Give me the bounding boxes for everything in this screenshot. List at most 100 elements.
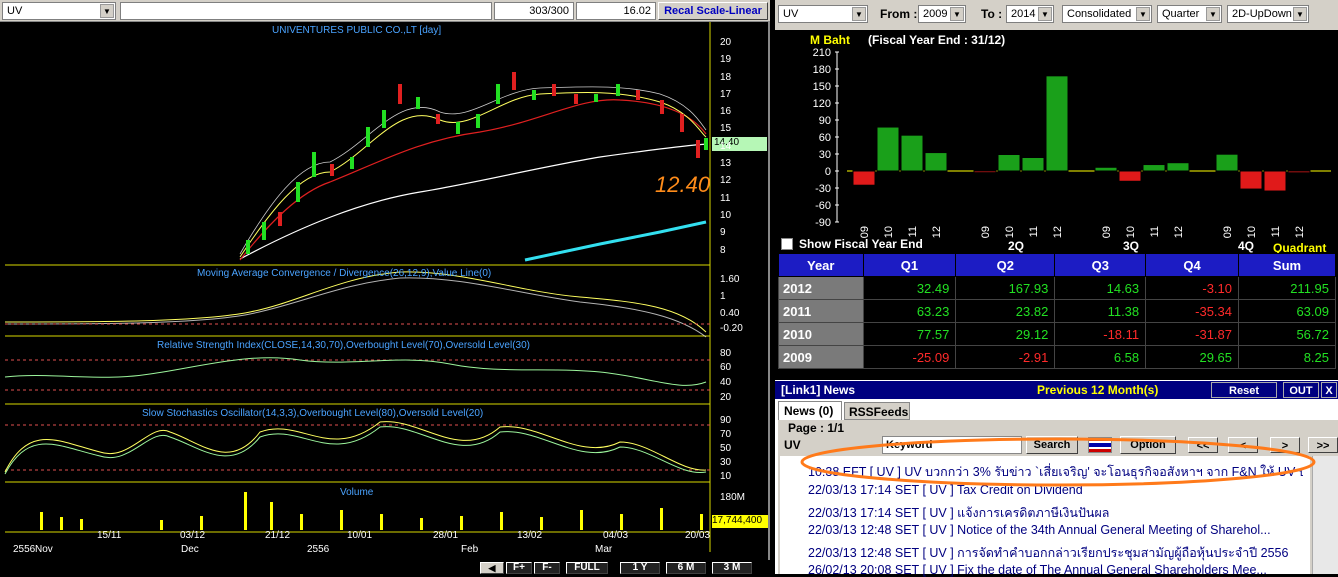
x-tick-label: 10 [1125,226,1137,238]
price-tick: 16 [720,106,732,118]
col-q2: Q2 [955,253,1056,277]
tab-rss[interactable]: RSSFeeds [844,402,910,420]
volume-label: Volume [340,487,374,498]
table-cell-q3: 11.38 [1054,299,1147,323]
price-tick: 9 [720,227,726,239]
chevron-down-icon[interactable]: ▼ [1293,7,1307,21]
table-cell-q4: -31.87 [1145,322,1240,346]
table-row: 2012 32.49 167.93 14.63 -3.10 211.95 [778,276,1336,300]
x-tick-label: 09 [1101,226,1113,238]
quarterly-bar-chart: 210 180 150 120 90 60 30 0 -30 -60 -90 09 10 11 12 09 10… [813,47,1331,238]
price-tick: 14 [720,140,732,152]
chevron-down-icon[interactable]: ▼ [1136,7,1150,21]
bar-Q1-11 [900,134,924,172]
stoch-tick: 10 [720,471,732,482]
price-tick: 15 [720,123,732,135]
chevron-down-icon[interactable]: ▼ [1038,7,1052,21]
close-button[interactable]: X [1321,382,1337,398]
3m-button[interactable]: 3 M [712,562,752,574]
1y-button[interactable]: 1 Y [620,562,660,574]
full-button[interactable]: FULL [566,562,608,574]
to-year-select[interactable]: 2014 ▼ [1006,5,1054,23]
from-label: From : [880,7,918,21]
financial-toolbar: UV ▼ From : 2009 ▼ To : 2014 ▼ Consolidated… [775,0,1338,30]
col-year: Year [778,253,864,277]
statement-type-select[interactable]: Consolidated ▼ [1062,5,1152,23]
table-cell-q4: -3.10 [1145,276,1240,300]
tab-news[interactable]: News (0) [778,401,842,420]
date-axis: 15/11 03/12 21/12 10/01 28/01 13/02 04/0… [5,530,710,544]
stoch-tick: 50 [720,443,732,454]
x-tick-label: 10 [1004,226,1016,238]
zoom-in-button[interactable]: F+ [506,562,532,574]
period-select[interactable]: Quarter ▼ [1157,5,1222,23]
news-item[interactable]: 22/03/13 12:48 SET [ UV ] Notice of the … [808,523,1303,537]
month-tick: Mar [595,544,613,555]
x-tick-label: 11 [1270,226,1282,237]
reset-button[interactable]: Reset [1211,382,1277,398]
month-tick: Nov [35,544,53,555]
date-axis-months: 2556 Nov Dec 2556 Feb Mar [5,544,710,558]
from-year-select[interactable]: 2009 ▼ [918,5,966,23]
y-tick-label: 150 [813,81,831,93]
to-year-value: 2014 [1011,8,1036,20]
x-tick-label: 11 [907,226,919,237]
symbol-select[interactable]: UV ▼ [2,2,116,20]
rsi-tick: 20 [720,392,732,403]
chevron-down-icon[interactable]: ▼ [1206,7,1220,21]
volume-tick: 180M [720,492,746,503]
x-tick-label: 12 [1052,226,1064,238]
date-tick: 28/01 [433,530,459,541]
y-tick-label: 210 [813,47,831,59]
chart-type-select[interactable]: 2D-UpDown ▼ [1227,5,1309,23]
macd-label: Moving Average Convergence / Divergence(… [197,268,492,279]
table-cell-q2: 29.12 [955,322,1056,346]
macd-tick: 1.60 [720,274,740,285]
chevron-down-icon[interactable]: ▼ [100,4,114,18]
fin-symbol-select[interactable]: UV ▼ [778,5,868,23]
quarter-label-2q: 2Q [1008,239,1025,253]
to-label: To : [981,7,1003,21]
financial-table: Year Q1 Q2 Q3 Q4 Sum 2012 32.49 167.93 14.6… [778,253,1336,369]
table-row: 2010 77.57 29.12 -18.11 -31.87 56.72 [778,322,1336,346]
table-cell-sum: 8.25 [1238,345,1336,369]
bar-Q1-10 [876,126,900,172]
page-indicator: Page : 1/1 [788,421,845,435]
stoch-tick: 90 [720,415,732,426]
table-row: 2009 -25.09 -2.91 6.58 29.65 8.25 [778,345,1336,369]
table-cell-year: 2011 [778,299,864,323]
month-tick: 2556 [307,544,330,555]
bar-Q3-10 [1118,170,1142,182]
chevron-down-icon[interactable]: ▼ [852,7,866,21]
table-cell-q1: 32.49 [862,276,957,300]
out-button[interactable]: OUT [1283,382,1319,398]
quarter-label-3q: 3Q [1123,239,1140,253]
bar-Q3-09 [1094,166,1118,172]
recal-scale-button[interactable]: Recal Scale-Linear [658,2,768,20]
price-tick: 20 [720,37,732,48]
bar-Q3-12 [1166,162,1190,172]
x-tick-label: 12 [1173,226,1185,238]
6m-button[interactable]: 6 M [666,562,706,574]
table-cell-q4: -35.34 [1145,299,1240,323]
show-fiscal-checkbox[interactable] [781,238,793,250]
stoch-tick: 30 [720,457,732,468]
blank-field [120,2,492,20]
table-cell-q4: 29.65 [1145,345,1240,369]
price-tick: 17 [720,88,732,100]
chevron-down-icon[interactable]: ▼ [950,7,964,21]
table-cell-q1: 63.23 [862,299,957,323]
news-item[interactable]: 22/03/13 17:14 SET [ UV ] แจ้งการเครดิตภ… [808,503,1303,523]
x-tick-label: 09 [1222,226,1234,238]
news-item[interactable]: 22/03/13 12:48 SET [ UV ] การจัดทำคำบอกก… [808,543,1303,563]
scroll-left-button[interactable]: ◀ [480,562,504,574]
zoom-out-button[interactable]: F- [534,562,560,574]
x-tick-label: 10 [1246,226,1258,238]
table-cell-sum: 211.95 [1238,276,1336,300]
bar-Q1-12 [924,152,948,172]
show-fiscal-label: Show Fiscal Year End [799,237,923,251]
news-item[interactable]: 26/02/13 20:08 SET [ UV ] Fix the date o… [808,563,1303,577]
month-tick: 2556 [13,544,36,555]
price-axis: 20 19 18 17 16 15 14 13 12 11 10 9 8 [720,34,760,259]
table-cell-q3: 14.63 [1054,276,1147,300]
